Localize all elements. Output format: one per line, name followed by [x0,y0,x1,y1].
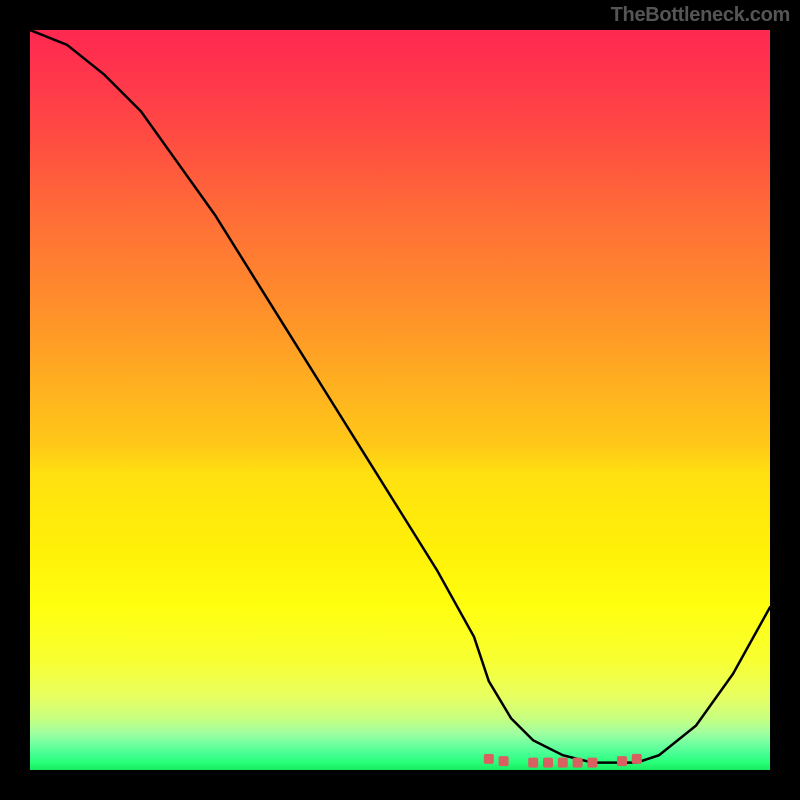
highlight-point [558,758,568,768]
highlight-point [573,758,583,768]
highlight-point [528,758,538,768]
chart-svg [30,30,770,770]
highlight-point [484,754,494,764]
main-curve [30,30,770,763]
highlight-point [632,754,642,764]
watermark-text: TheBottleneck.com [611,4,790,27]
highlight-point [617,756,627,766]
highlight-point [587,758,597,768]
plot-area [30,30,770,770]
highlight-point [543,758,553,768]
highlight-point [499,756,509,766]
